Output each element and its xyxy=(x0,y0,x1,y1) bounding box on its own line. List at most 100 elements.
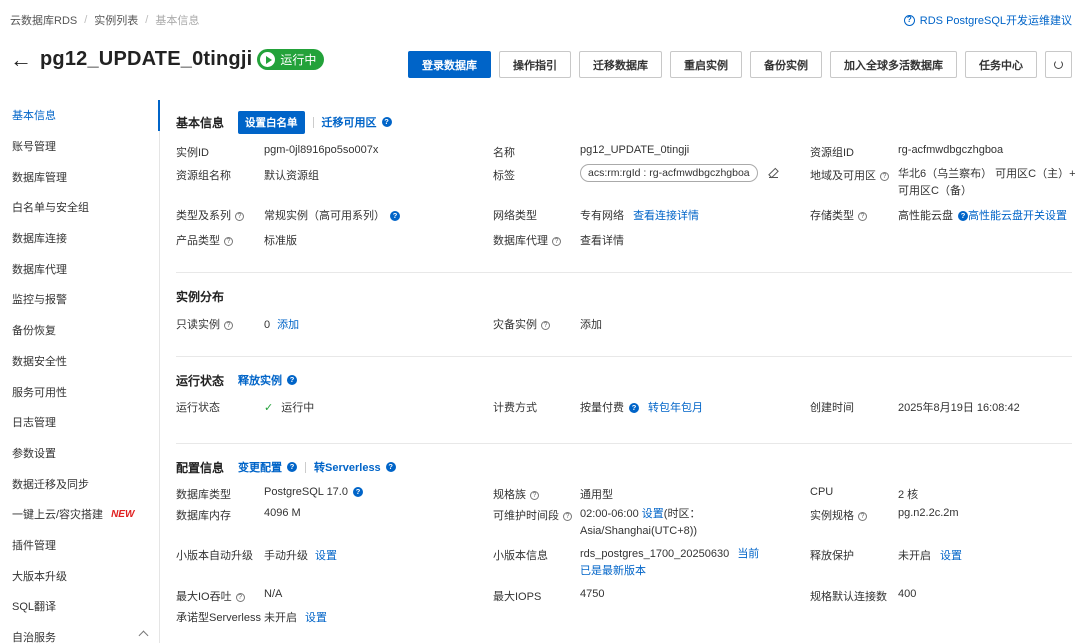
release-protect-set-link[interactable]: 设置 xyxy=(940,550,962,562)
release-instance-link[interactable]: 释放实例 xyxy=(238,372,282,388)
sidebar-item-autonomy[interactable]: 自治服务 xyxy=(0,622,159,643)
help-icon: ? xyxy=(224,320,233,330)
sidebar-item-parameters[interactable]: 参数设置 xyxy=(0,438,159,469)
sidebar-item-major-upgrade[interactable]: 大版本升级 xyxy=(0,560,159,591)
sidebar-item-label: 基本信息 xyxy=(12,110,56,123)
storage-setting-link[interactable]: 高性能云盘开关设置 xyxy=(968,210,1067,222)
sidebar-item-logs[interactable]: 日志管理 xyxy=(0,407,159,438)
billing-value: 按量付费? 转包年包月 xyxy=(580,399,703,415)
check-icon: ✓ xyxy=(264,402,274,414)
backup-instance-button[interactable]: 备份实例 xyxy=(750,51,822,78)
storage-value: 高性能云盘? 高性能云盘开关设置 xyxy=(898,207,1067,223)
readonly-value: 0 添加 xyxy=(264,316,299,332)
view-connection-link[interactable]: 查看连接详情 xyxy=(633,210,699,222)
refresh-button[interactable] xyxy=(1045,51,1072,78)
readonly-count: 0 xyxy=(264,319,271,331)
help-icon: ? xyxy=(541,320,550,330)
label: 存储类型? xyxy=(810,207,867,223)
cpu-value: 2 核 xyxy=(898,489,919,501)
section-title: 实例分布 xyxy=(176,289,225,304)
sidebar-item-cloud-dr[interactable]: 一键上云/容灾搭建 NEW xyxy=(0,499,159,530)
help-icon: ? xyxy=(880,171,889,181)
operation-guide-button[interactable]: 操作指引 xyxy=(499,51,571,78)
region-value: 华北6（乌兰察布） 可用区C（主）+ 可用区C（备） xyxy=(898,168,1076,197)
help-icon: ? xyxy=(235,592,245,602)
max-iops-value: 4750 xyxy=(580,588,605,600)
add-readonly-link[interactable]: 添加 xyxy=(277,319,299,331)
help-icon: ? xyxy=(352,487,363,498)
label: 地域及可用区? xyxy=(810,167,889,183)
sidebar-item-availability[interactable]: 服务可用性 xyxy=(0,376,159,407)
label-text: 灾备实例 xyxy=(493,319,537,331)
max-connections-value: 400 xyxy=(898,588,917,600)
breadcrumb-instance-list[interactable]: 实例列表 xyxy=(94,12,138,28)
sidebar-item-backup[interactable]: 备份恢复 xyxy=(0,315,159,346)
storage-text: 高性能云盘 xyxy=(898,210,953,222)
task-center-button[interactable]: 任务中心 xyxy=(965,51,1037,78)
maintenance-set-link[interactable]: 设置 xyxy=(642,508,664,520)
migrate-zone-link[interactable]: 迁移可用区 xyxy=(322,114,377,130)
sidebar-item-label: SQL翻译 xyxy=(12,601,57,614)
main-content: 基本信息 设置白名单 迁移可用区 ? 实例ID pgm-0jl8916po5so… xyxy=(176,100,1076,632)
sidebar: 基本信息 账号管理 数据库管理 白名单与安全组 数据库连接 数据库代理 监控与报… xyxy=(0,100,160,643)
distribution-section: 实例分布 只读实例? 0 添加 灾备实例? 添加 xyxy=(176,274,1072,357)
auto-upgrade-text: 手动升级 xyxy=(264,550,308,562)
add-dr-link[interactable]: 添加 xyxy=(580,316,602,332)
back-arrow-icon[interactable]: ← xyxy=(10,48,32,71)
play-icon xyxy=(260,52,276,67)
label: 数据库类型 xyxy=(176,489,231,501)
serverless-value: 未开启 设置 xyxy=(264,609,327,625)
to-serverless-link[interactable]: 转Serverless xyxy=(314,459,381,475)
label: 标签 xyxy=(493,170,515,182)
sidebar-item-extensions[interactable]: 插件管理 xyxy=(0,530,159,561)
breadcrumb-rds[interactable]: 云数据库RDS xyxy=(10,12,77,28)
sidebar-item-basic-info[interactable]: 基本信息 xyxy=(0,100,160,131)
label: 产品类型? xyxy=(176,232,233,248)
label: 规格默认连接数 xyxy=(810,591,887,603)
login-database-button[interactable]: 登录数据库 xyxy=(408,51,491,78)
label: CPU xyxy=(810,486,834,498)
label: 只读实例? xyxy=(176,316,233,332)
sidebar-item-migration[interactable]: 数据迁移及同步 xyxy=(0,468,159,499)
basic-info-section: 基本信息 设置白名单 迁移可用区 ? 实例ID pgm-0jl8916po5so… xyxy=(176,100,1076,273)
network-value: 专有网络 查看连接详情 xyxy=(580,207,699,223)
view-proxy-link[interactable]: 查看详情 xyxy=(580,232,624,248)
spec-family-value: 通用型 xyxy=(580,489,613,501)
sidebar-item-label: 参数设置 xyxy=(12,447,56,460)
label: 数据库代理? xyxy=(493,232,561,248)
sidebar-item-databases[interactable]: 数据库管理 xyxy=(0,161,159,192)
serverless-set-link[interactable]: 设置 xyxy=(305,612,327,624)
sidebar-item-security[interactable]: 数据安全性 xyxy=(0,346,159,377)
sidebar-item-label: 自治服务 xyxy=(12,632,56,643)
migrate-database-button[interactable]: 迁移数据库 xyxy=(579,51,662,78)
sidebar-item-accounts[interactable]: 账号管理 xyxy=(0,131,159,162)
section-title: 配置信息 xyxy=(176,460,225,475)
db-type-text: PostgreSQL 17.0 xyxy=(264,486,348,498)
tag-chip[interactable]: acs:rm:rgId : rg-acfmwdbgczhgboa xyxy=(580,164,758,182)
help-link[interactable]: ? RDS PostgreSQL开发运维建议 xyxy=(903,12,1072,28)
label-text: 可维护时间段 xyxy=(493,510,559,522)
sidebar-item-proxy[interactable]: 数据库代理 xyxy=(0,253,159,284)
sidebar-item-label: 日志管理 xyxy=(12,417,56,430)
sidebar-item-sql-translate[interactable]: SQL翻译 xyxy=(0,591,159,622)
divider xyxy=(305,461,307,473)
label: 承诺型Serverless xyxy=(176,612,261,624)
restart-instance-button[interactable]: 重启实例 xyxy=(670,51,742,78)
help-icon: ? xyxy=(235,211,244,221)
change-config-link[interactable]: 变更配置 xyxy=(238,459,282,475)
join-global-database-button[interactable]: 加入全球多活数据库 xyxy=(830,51,957,78)
convert-subscription-link[interactable]: 转包年包月 xyxy=(648,402,703,414)
sidebar-item-monitoring[interactable]: 监控与报警 xyxy=(0,284,159,315)
max-io-value: N/A xyxy=(264,588,283,600)
help-icon: ? xyxy=(287,462,298,472)
label-text: 地域及可用区 xyxy=(810,170,876,182)
label: 实例ID xyxy=(176,147,209,159)
label-text: 数据库代理 xyxy=(493,235,548,247)
sidebar-item-whitelist[interactable]: 白名单与安全组 xyxy=(0,192,159,223)
help-circle-icon: ? xyxy=(903,14,915,26)
auto-upgrade-value: 手动升级 设置 xyxy=(264,547,337,563)
set-whitelist-button[interactable]: 设置白名单 xyxy=(238,110,305,134)
edit-icon[interactable] xyxy=(768,169,778,178)
auto-upgrade-set-link[interactable]: 设置 xyxy=(315,550,337,562)
sidebar-item-connection[interactable]: 数据库连接 xyxy=(0,223,159,254)
